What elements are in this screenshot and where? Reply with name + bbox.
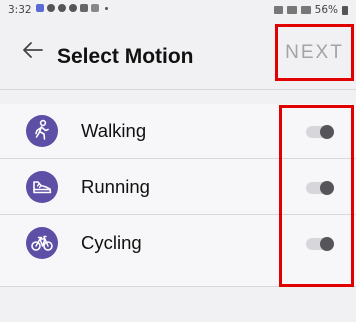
- app-bar: Select Motion NEXT: [0, 24, 356, 81]
- running-shoe-icon: [26, 171, 58, 203]
- status-time: 3:32: [8, 4, 32, 16]
- motion-label: Cycling: [81, 232, 142, 253]
- settings-notification-icon: [69, 4, 77, 12]
- next-button[interactable]: NEXT: [275, 24, 354, 81]
- motion-label: Walking: [81, 120, 147, 141]
- app-notification-icon: [47, 4, 55, 12]
- notification-icons: [36, 4, 108, 12]
- activity-notification-icon: [91, 4, 99, 12]
- system-icons: 56%: [273, 4, 348, 16]
- battery-percent: 56%: [314, 4, 338, 16]
- signal-icon: [300, 6, 311, 14]
- header-divider: [0, 89, 356, 90]
- bicycle-icon: [26, 227, 58, 259]
- back-arrow-icon[interactable]: [20, 40, 44, 60]
- walking-icon: [26, 115, 58, 147]
- app-notification-icon: [58, 4, 66, 12]
- wifi-icon: [286, 6, 297, 14]
- chat-notification-icon: [36, 4, 44, 12]
- mail-notification-icon: [80, 4, 88, 12]
- more-notifications-dot-icon: [105, 6, 108, 10]
- battery-icon: [342, 5, 348, 15]
- page-title: Select Motion: [57, 45, 194, 68]
- motion-label: Running: [81, 176, 150, 197]
- mute-icon: [273, 6, 283, 14]
- toggles-highlight-box: [279, 105, 354, 287]
- status-bar: 3:32 56%: [0, 0, 356, 22]
